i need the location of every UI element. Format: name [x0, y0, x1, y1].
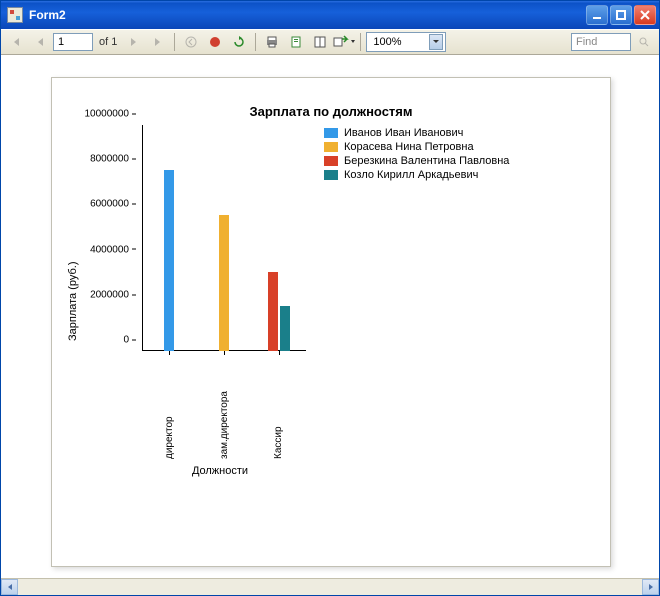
x-axis-label: Должности [138, 465, 302, 477]
close-button[interactable] [634, 5, 656, 25]
legend-swatch [324, 128, 338, 138]
x-axis-ticks: директор зам.директора Кассир [142, 375, 306, 461]
report-viewport: Зарплата по должностям Зарплата (руб.) 0… [1, 55, 659, 578]
print-layout-button[interactable] [285, 32, 307, 52]
category-group [251, 125, 306, 351]
chart-plot: 0 2000000 4000000 6000000 8000000 100000… [86, 125, 306, 375]
next-page-button[interactable] [123, 32, 145, 52]
maximize-button[interactable] [610, 5, 632, 25]
category-group [142, 125, 197, 351]
chevron-down-icon [429, 34, 443, 50]
find-next-button[interactable] [633, 32, 655, 52]
legend-swatch [324, 142, 338, 152]
category-group [197, 125, 252, 351]
prev-page-button[interactable] [29, 32, 51, 52]
legend-label: Березкина Валентина Павловна [344, 155, 509, 167]
legend-item: Иванов Иван Иванович [324, 127, 509, 139]
legend-swatch [324, 156, 338, 166]
x-tick-label: зам.директора [197, 375, 252, 461]
x-tick-label: Кассир [251, 375, 306, 461]
zoom-value: 100% [373, 36, 401, 48]
page-setup-button[interactable] [309, 32, 331, 52]
scroll-track[interactable] [18, 579, 642, 595]
bar [219, 215, 229, 351]
y-axis-label: Зарплата (руб.) [64, 125, 82, 477]
chart-legend: Иванов Иван Иванович Корасева Нина Петро… [324, 127, 509, 477]
zoom-select[interactable]: 100% [366, 32, 446, 52]
refresh-button[interactable] [228, 32, 250, 52]
print-button[interactable] [261, 32, 283, 52]
window-title: Form2 [29, 8, 586, 22]
horizontal-scrollbar[interactable] [1, 578, 659, 595]
legend-label: Иванов Иван Иванович [344, 127, 463, 139]
export-button[interactable] [333, 32, 355, 52]
legend-item: Березкина Валентина Павловна [324, 155, 509, 167]
report-page: Зарплата по должностям Зарплата (руб.) 0… [51, 77, 611, 567]
back-button[interactable] [180, 32, 202, 52]
y-axis: 0 2000000 4000000 6000000 8000000 100000… [86, 125, 140, 351]
scroll-right-button[interactable] [642, 579, 659, 595]
x-tick-label: директор [142, 375, 197, 461]
legend-label: Корасева Нина Петровна [344, 141, 474, 153]
stop-button[interactable] [204, 32, 226, 52]
bar [164, 170, 174, 351]
minimize-button[interactable] [586, 5, 608, 25]
bar [280, 306, 290, 351]
page-of-label: of 1 [95, 36, 121, 48]
legend-label: Козло Кирилл Аркадьевич [344, 169, 478, 181]
scroll-left-button[interactable] [1, 579, 18, 595]
report-toolbar: of 1 100% [1, 29, 659, 55]
window-buttons [586, 5, 656, 25]
legend-item: Козло Кирилл Аркадьевич [324, 169, 509, 181]
bar [268, 272, 278, 351]
app-icon [7, 7, 23, 23]
app-window: Form2 of 1 [0, 0, 660, 596]
titlebar: Form2 [1, 1, 659, 29]
bars-container [142, 125, 306, 351]
legend-swatch [324, 170, 338, 180]
page-number-input[interactable] [53, 33, 93, 51]
legend-item: Корасева Нина Петровна [324, 141, 509, 153]
first-page-button[interactable] [5, 32, 27, 52]
find-input[interactable]: Find [571, 33, 631, 51]
last-page-button[interactable] [147, 32, 169, 52]
chart-area: Зарплата (руб.) 0 2000000 4000000 600000… [52, 125, 610, 477]
